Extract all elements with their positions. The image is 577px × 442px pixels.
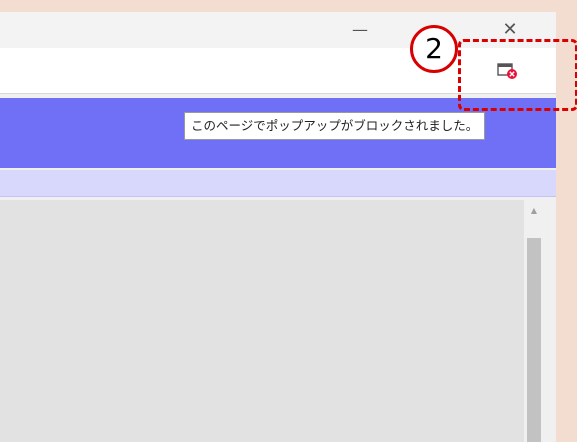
- highlight-box: [458, 39, 577, 111]
- scrollbar-thumb[interactable]: [527, 238, 541, 442]
- popup-blocked-tooltip: このページでポップアップがブロックされました。: [184, 112, 486, 140]
- page-content-area: [0, 200, 524, 442]
- minimize-button[interactable]: —: [340, 16, 380, 44]
- page-subheader-band: [0, 170, 556, 197]
- vertical-scrollbar[interactable]: ▲: [524, 200, 544, 442]
- step-number-badge: 2: [410, 25, 458, 73]
- scroll-up-arrow-icon[interactable]: ▲: [524, 200, 544, 220]
